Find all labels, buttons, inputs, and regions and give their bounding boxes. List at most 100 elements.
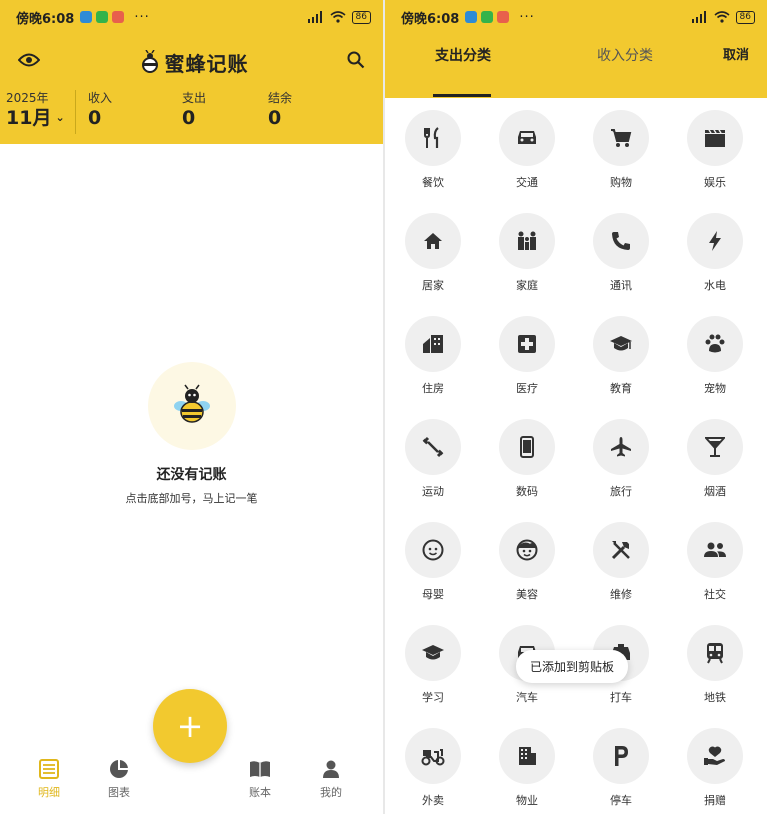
cancel-button[interactable]: 取消 [723, 34, 749, 98]
delivery-icon [405, 728, 461, 784]
category-parking[interactable]: 停车 [581, 728, 661, 808]
more-notifications-icon: ··· [134, 9, 150, 25]
category-beauty[interactable]: 美容 [487, 522, 567, 602]
status-time: 傍晚6:08 [16, 11, 75, 27]
category-label: 旅行 [610, 485, 632, 498]
home-icon [405, 213, 461, 269]
category-label: 数码 [516, 485, 538, 498]
eye-icon[interactable] [17, 52, 41, 72]
nav-label: 我的 [320, 786, 342, 799]
bottom-navigation: 明细 图表 账本 我的 [0, 744, 383, 814]
category-sports[interactable]: 运动 [393, 419, 473, 499]
person-icon [320, 758, 342, 780]
category-tobacco-alcohol[interactable]: 烟酒 [675, 419, 755, 499]
category-housing[interactable]: 住房 [393, 316, 473, 396]
income-label: 收入 [88, 91, 113, 105]
category-study[interactable]: 学习 [393, 625, 473, 705]
category-label: 住房 [422, 382, 444, 395]
month-summary: 2025年 11月 ⌄ 收入 0 支出 0 结余 0 [0, 90, 383, 144]
nav-item-profile[interactable]: 我的 [307, 758, 355, 800]
expense-summary: 支出 0 [172, 90, 268, 130]
category-label: 停车 [610, 794, 632, 807]
category-pets[interactable]: 宠物 [675, 316, 755, 396]
category-entertainment[interactable]: 娱乐 [675, 110, 755, 190]
category-label: 学习 [422, 691, 444, 704]
month-selector[interactable]: 2025年 11月 ⌄ [0, 90, 76, 134]
bolt-icon [687, 213, 743, 269]
category-medical[interactable]: 医疗 [487, 316, 567, 396]
status-time: 傍晚6:08 [401, 11, 460, 27]
category-mother-baby[interactable]: 母婴 [393, 522, 473, 602]
nav-item-charts[interactable]: 图表 [95, 758, 143, 800]
donation-icon [687, 728, 743, 784]
tab-income-categories[interactable]: 收入分类 [597, 34, 653, 98]
battery-icon: 86 [735, 10, 755, 24]
category-travel[interactable]: 旅行 [581, 419, 661, 499]
app-notification-icon [465, 11, 478, 23]
category-donation[interactable]: 捐赠 [675, 728, 755, 808]
year-label: 2025年 [6, 91, 49, 105]
income-value: 0 [88, 107, 102, 129]
car-icon [499, 110, 555, 166]
balance-value: 0 [268, 107, 282, 129]
category-social[interactable]: 社交 [675, 522, 755, 602]
status-right: 86 [307, 10, 371, 24]
airplane-icon [593, 419, 649, 475]
app-notification-icon [497, 11, 510, 23]
category-education[interactable]: 教育 [581, 316, 661, 396]
category-label: 烟酒 [704, 485, 726, 498]
app-notification-icon [80, 11, 93, 23]
signal-icon [691, 11, 706, 23]
smartphone-icon [499, 419, 555, 475]
category-property[interactable]: 物业 [487, 728, 567, 808]
search-icon[interactable] [347, 51, 365, 73]
category-repair[interactable]: 维修 [581, 522, 661, 602]
category-shopping[interactable]: 购物 [581, 110, 661, 190]
category-subway[interactable]: 地铁 [675, 625, 755, 705]
baby-icon [405, 522, 461, 578]
category-transport[interactable]: 交通 [487, 110, 567, 190]
app-title-text: 蜜蜂记账 [164, 51, 249, 76]
tools-icon [593, 522, 649, 578]
category-digital[interactable]: 数码 [487, 419, 567, 499]
category-label: 医疗 [516, 382, 538, 395]
face-icon [499, 522, 555, 578]
category-label: 地铁 [704, 691, 726, 704]
category-label: 宠物 [704, 382, 726, 395]
parking-icon [593, 728, 649, 784]
category-family[interactable]: 家庭 [487, 213, 567, 293]
category-takeout[interactable]: 外卖 [393, 728, 473, 808]
expense-value: 0 [182, 107, 196, 129]
category-utilities[interactable]: 水电 [675, 213, 755, 293]
category-telecom[interactable]: 通讯 [581, 213, 661, 293]
school-icon [405, 625, 461, 681]
status-bar: 傍晚6:08 ··· 86 [0, 0, 383, 34]
phone-icon [593, 213, 649, 269]
category-picker-screen: 傍晚6:08 ··· 86 支出分类 收入分类 取消 餐饮 交通 购物 娱乐 居… [385, 0, 767, 814]
nav-item-books[interactable]: 账本 [236, 758, 284, 800]
category-dining[interactable]: 餐饮 [393, 110, 473, 190]
ledger-header: 傍晚6:08 ··· 86 蜜蜂记账 2025年 11月 ⌄ 收入 0 支出 0… [0, 0, 383, 144]
list-icon [38, 758, 60, 780]
category-label: 社交 [704, 588, 726, 601]
category-label: 通讯 [610, 279, 632, 292]
clapperboard-icon [687, 110, 743, 166]
shield-notification-icon [481, 11, 494, 23]
nav-item-details[interactable]: 明细 [25, 758, 73, 800]
graduation-icon [593, 316, 649, 372]
category-label: 运动 [422, 485, 444, 498]
clipboard-toast: 已添加到剪贴板 [516, 650, 629, 683]
shield-notification-icon [96, 11, 109, 23]
status-bar: 傍晚6:08 ··· 86 [385, 0, 767, 34]
notification-icons [80, 11, 125, 23]
category-label: 外卖 [422, 794, 444, 807]
nav-label: 明细 [38, 786, 60, 799]
tab-expense-categories[interactable]: 支出分类 [435, 34, 491, 98]
category-label: 购物 [610, 176, 632, 189]
cocktail-icon [687, 419, 743, 475]
nav-label: 图表 [108, 786, 130, 799]
month-text: 11月 [6, 107, 52, 129]
category-label: 打车 [610, 691, 632, 704]
category-label: 汽车 [516, 691, 538, 704]
category-home[interactable]: 居家 [393, 213, 473, 293]
